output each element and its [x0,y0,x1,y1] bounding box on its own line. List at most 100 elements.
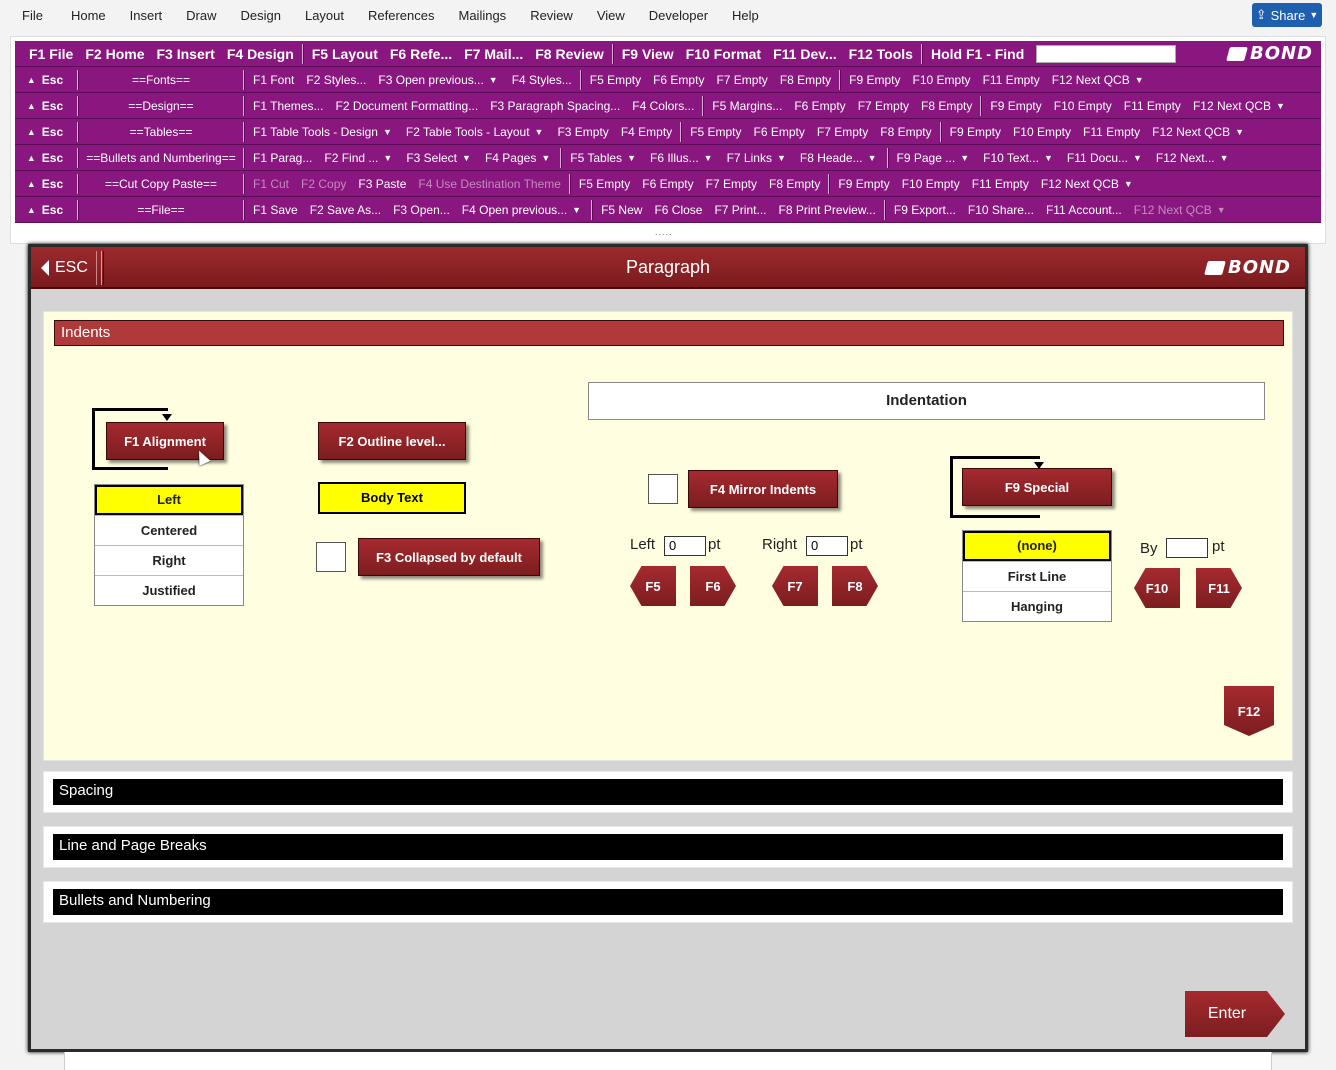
left-decrease-button[interactable]: F5 [630,566,676,606]
qcb-item[interactable]: F5 Empty [573,177,636,191]
qcb-item[interactable]: F1 Font [247,73,300,87]
qcb-item[interactable]: F9 Page ... ▼ [891,151,978,165]
qcb-item[interactable]: F9 Export... [888,203,962,217]
outline-level-button[interactable]: F2 Outline level... [318,422,466,460]
qcb-item[interactable]: F1 Table Tools - Design ▼ [247,125,400,139]
right-indent-input[interactable]: 0 [806,536,848,556]
qcb-item[interactable]: F10 Empty [1007,125,1077,139]
qcb-item[interactable]: F10 Empty [907,73,977,87]
qcb-f10-format[interactable]: F10 Format [680,46,767,62]
qcb-f1-file[interactable]: F1 File [15,46,79,62]
qcb-item[interactable]: F7 Empty [852,99,915,113]
qcb-f8-review[interactable]: F8 Review [529,46,609,62]
menu-references[interactable]: References [356,0,446,32]
qcb-f4-design[interactable]: F4 Design [221,46,300,62]
qcb-next-qcb[interactable]: F12 Next QCB ▼ [1146,125,1252,139]
qcb-item[interactable]: F4 Pages ▼ [479,151,558,165]
qcb-item[interactable]: F2 Styles... [300,73,372,87]
qcb-item[interactable]: F10 Empty [1048,99,1118,113]
qcb-next-qcb[interactable]: F12 Next QCB ▼ [1035,177,1141,191]
menu-mailings[interactable]: Mailings [447,0,519,32]
qcb-item[interactable]: F7 Empty [811,125,874,139]
special-option-none[interactable]: (none) [963,531,1111,561]
qcb-f7-mailings[interactable]: F7 Mail... [458,46,529,62]
qcb-next-qcb[interactable]: F12 Next QCB ▼ [1046,73,1152,87]
find-input[interactable] [1036,44,1177,63]
qcb-f6-references[interactable]: F6 Refe... [384,46,458,62]
alignment-option-centered[interactable]: Centered [95,515,243,545]
qcb-item[interactable]: F7 Empty [700,177,763,191]
menu-home[interactable]: Home [59,0,118,32]
menu-draw[interactable]: Draw [174,0,228,32]
section-spacing[interactable]: Spacing [53,779,1283,805]
qcb-item[interactable]: F1 Themes... [247,99,329,113]
qcb-item[interactable]: F4 Styles... [506,73,578,87]
qcb-item[interactable]: F4 Colors... [626,99,700,113]
qcb-item[interactable]: F6 Empty [748,125,811,139]
qcb-item[interactable]: F9 Empty [984,99,1047,113]
qcb-item[interactable]: F6 Empty [636,177,699,191]
qcb-item[interactable]: F3 Paragraph Spacing... [484,99,626,113]
qcb-item[interactable]: F11 Empty [966,177,1035,191]
by-decrease-button[interactable]: F10 [1134,568,1180,608]
menu-view[interactable]: View [585,0,637,32]
qcb-esc-button[interactable]: ▲ Esc [15,203,75,217]
qcb-f5-layout[interactable]: F5 Layout [306,46,384,62]
qcb-f11-developer[interactable]: F11 Dev... [767,46,843,62]
qcb-item[interactable]: F8 Empty [774,73,837,87]
qcb-item[interactable]: F6 Close [648,203,708,217]
menu-review[interactable]: Review [518,0,585,32]
mirror-indents-button[interactable]: F4 Mirror Indents [688,470,838,508]
special-option-hanging[interactable]: Hanging [963,591,1111,621]
left-increase-button[interactable]: F6 [690,566,736,606]
qcb-item[interactable]: F2 Save As... [304,203,387,217]
qcb-item[interactable]: F1 Parag... [247,151,318,165]
enter-button[interactable]: Enter [1185,991,1285,1037]
by-input[interactable] [1166,538,1208,558]
qcb-f9-view[interactable]: F9 View [616,46,680,62]
section-line-page-breaks[interactable]: Line and Page Breaks [53,834,1283,860]
qcb-item[interactable]: F11 Account... [1040,203,1128,217]
qcb-item[interactable]: F5 Margins... [706,99,788,113]
qcb-f2-home[interactable]: F2 Home [79,46,150,62]
mirror-indents-checkbox[interactable] [648,474,678,504]
qcb-item[interactable]: F3 Empty [551,125,614,139]
qcb-item[interactable]: F3 Paste [352,177,412,191]
qcb-item[interactable]: F5 Empty [684,125,747,139]
qcb-next-qcb[interactable]: F12 Next QCB ▼ [1187,99,1293,113]
menu-layout[interactable]: Layout [293,0,356,32]
qcb-item[interactable]: F6 Empty [647,73,710,87]
by-increase-button[interactable]: F11 [1196,568,1242,608]
menu-insert[interactable]: Insert [118,0,175,32]
section-indents[interactable]: Indents [54,320,1284,346]
qcb-item[interactable]: F5 Tables ▼ [564,151,644,165]
right-increase-button[interactable]: F8 [832,566,878,606]
qcb-item[interactable]: F11 Empty [977,73,1046,87]
qcb-item[interactable]: F10 Text... ▼ [977,151,1061,165]
qcb-item[interactable]: F6 Illus... ▼ [644,151,721,165]
qcb-esc-button[interactable]: ▲ Esc [15,177,75,191]
qcb-item[interactable]: F7 Links ▼ [721,151,794,165]
menu-help[interactable]: Help [720,0,771,32]
qcb-item[interactable]: F10 Empty [896,177,966,191]
right-decrease-button[interactable]: F7 [772,566,818,606]
qcb-item[interactable]: F8 Heade... ▼ [794,151,885,165]
qcb-next-qcb[interactable]: F12 Next... ▼ [1150,151,1237,165]
share-button[interactable]: ⇪ Share ▼ [1252,3,1322,27]
qcb-item[interactable]: F10 Share... [962,203,1040,217]
qcb-esc-button[interactable]: ▲ Esc [15,73,75,87]
qcb-item[interactable]: F4 Empty [615,125,678,139]
qcb-item[interactable]: F3 Open previous... ▼ [372,73,505,87]
alignment-option-left[interactable]: Left [95,485,243,515]
special-option-first-line[interactable]: First Line [963,561,1111,591]
qcb-item[interactable]: F3 Open... [387,203,456,217]
qcb-esc-button[interactable]: ▲ Esc [15,151,75,165]
qcb-item[interactable]: F11 Docu... ▼ [1061,151,1150,165]
qcb-item[interactable]: F1 Save [247,203,304,217]
special-button[interactable]: F9 Special [962,468,1112,506]
qcb-item[interactable]: F11 Empty [1077,125,1146,139]
qcb-item[interactable]: F9 Empty [944,125,1007,139]
qcb-item[interactable]: F8 Empty [874,125,937,139]
qcb-esc-button[interactable]: ▲ Esc [15,125,75,139]
qcb-f12-tools[interactable]: F12 Tools [843,46,919,62]
